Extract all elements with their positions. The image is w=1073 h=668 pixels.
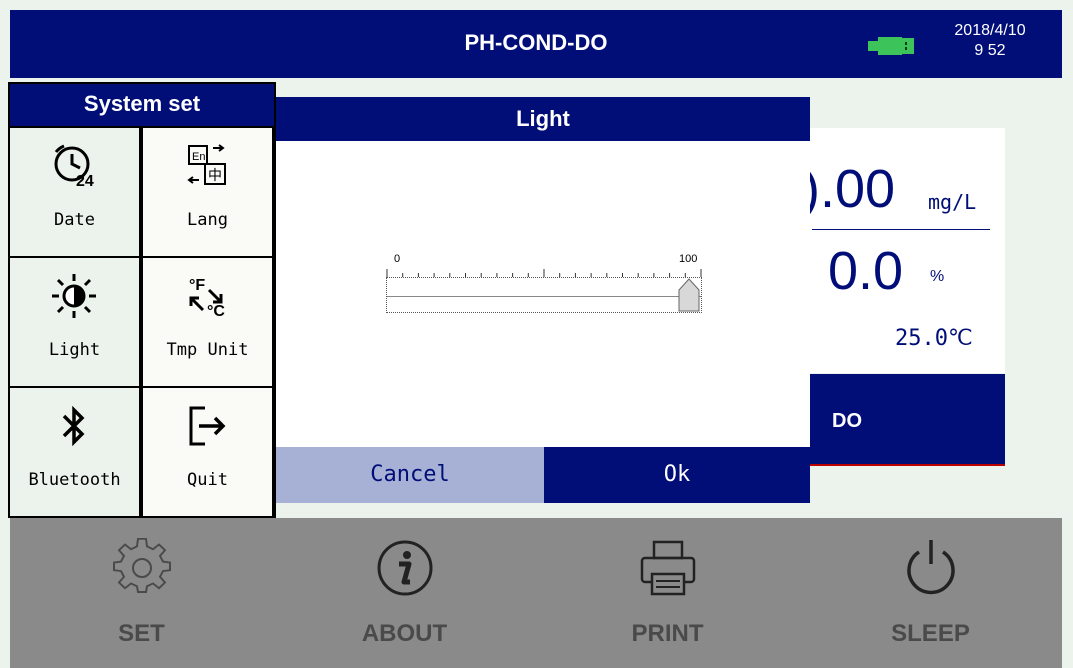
slider-track-line	[387, 296, 701, 297]
svg-text:°C: °C	[207, 303, 225, 320]
about-button[interactable]: ABOUT	[273, 518, 536, 668]
bottom-bar: SET ABOUT PRINT SLEEP	[10, 518, 1062, 668]
saturation-unit: %	[930, 268, 945, 285]
lang-label: Lang	[187, 210, 228, 230]
slider-min-label: 0	[394, 253, 401, 265]
sleep-button[interactable]: SLEEP	[799, 518, 1062, 668]
cancel-button[interactable]: Cancel	[276, 447, 544, 503]
lang-button[interactable]: En 中 Lang	[143, 128, 272, 256]
do-tab-label: DO	[832, 410, 862, 432]
slider-thumb[interactable]	[678, 278, 700, 312]
battery-icon	[868, 37, 914, 55]
printer-icon	[640, 540, 696, 596]
header-bar: PH-COND-DO 2018/4/10 9 52	[10, 10, 1062, 78]
temperature-value: 25.0℃	[895, 326, 973, 351]
date-button[interactable]: 24 Date	[10, 128, 139, 256]
saturation-value: 0.0	[828, 241, 904, 301]
light-button[interactable]: Light	[10, 258, 139, 386]
datetime-display: 2018/4/10 9 52	[935, 21, 1045, 61]
system-set-title: System set	[10, 84, 274, 126]
date-text: 2018/4/10	[954, 22, 1026, 39]
do-tab[interactable]: DO	[810, 374, 1005, 466]
quit-button[interactable]: Quit	[143, 388, 272, 516]
bluetooth-icon	[62, 405, 85, 447]
light-dialog: Light 0 100 Cancel Ok	[276, 97, 810, 503]
date-label: Date	[54, 210, 95, 230]
bluetooth-button[interactable]: Bluetooth	[10, 388, 139, 516]
info-icon	[377, 540, 433, 596]
divider	[812, 229, 990, 230]
power-icon	[907, 540, 955, 595]
print-button[interactable]: PRINT	[536, 518, 799, 668]
do-value: ).00	[802, 159, 896, 219]
exit-icon	[189, 406, 226, 446]
brightness-slider[interactable]	[386, 277, 702, 313]
gear-icon	[113, 538, 171, 593]
svg-text:24: 24	[76, 173, 94, 190]
system-set-panel: System set 24 Date En 中 Lang Light °F °C…	[8, 82, 276, 518]
print-label: PRINT	[631, 620, 704, 647]
set-label: SET	[118, 620, 165, 647]
language-icon: En 中	[187, 144, 226, 185]
temperature-unit-icon: °F °C	[189, 277, 225, 320]
svg-text:°F: °F	[189, 277, 205, 294]
do-unit: mg/L	[928, 190, 977, 214]
light-label: Light	[48, 340, 101, 360]
set-button[interactable]: SET	[10, 518, 273, 668]
temp-unit-label: Tmp Unit	[166, 340, 249, 360]
clock-24-icon: 24	[54, 144, 94, 190]
quit-label: Quit	[187, 470, 228, 490]
svg-text:En: En	[192, 151, 205, 163]
bluetooth-label: Bluetooth	[28, 470, 121, 490]
brightness-icon	[52, 274, 96, 318]
ok-button[interactable]: Ok	[544, 447, 810, 503]
dialog-title: Light	[276, 97, 810, 141]
about-label: ABOUT	[361, 620, 448, 647]
temp-unit-button[interactable]: °F °C Tmp Unit	[143, 258, 272, 386]
time-text: 9 52	[974, 42, 1006, 59]
svg-text:中: 中	[208, 168, 222, 184]
sleep-label: SLEEP	[891, 620, 970, 647]
slider-max-label: 100	[679, 253, 698, 265]
